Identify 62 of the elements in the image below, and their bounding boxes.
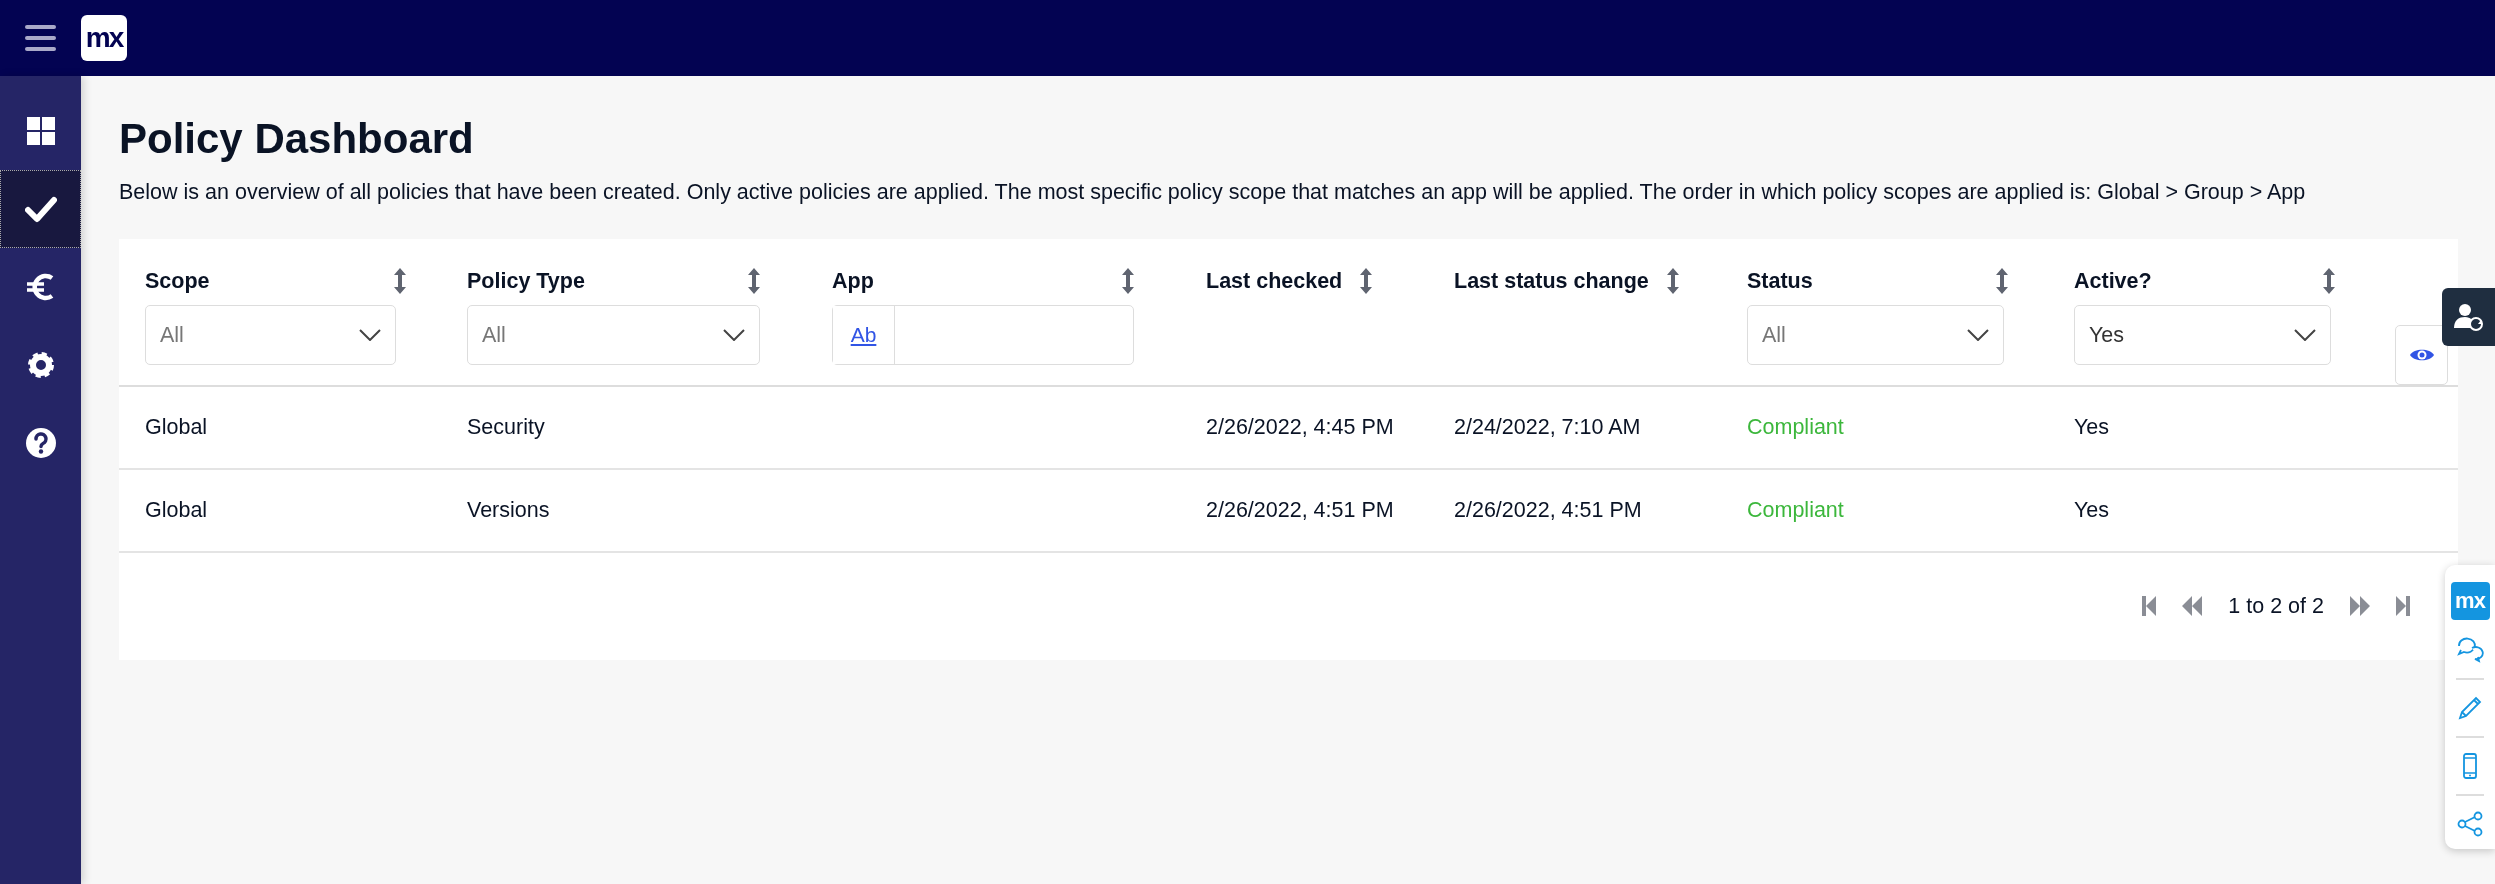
- column-header: Status: [1747, 267, 1813, 295]
- column-header: App: [832, 267, 874, 295]
- next-page-button[interactable]: [2350, 596, 2370, 617]
- table-cell: Global: [145, 498, 208, 522]
- sort-icon[interactable]: [2323, 267, 2335, 294]
- sort-icon[interactable]: [1666, 267, 1679, 294]
- column-header: Active?: [2074, 267, 2152, 295]
- page-summary: 1 to 2 of 2: [2228, 593, 2324, 620]
- rewind-icon: [2182, 596, 2203, 617]
- search-mode-button[interactable]: Ab: [833, 305, 895, 364]
- table-cell: 2/26/2022, 4:45 PM: [1206, 415, 1394, 439]
- column-header: Scope: [145, 267, 210, 295]
- user-sync-icon: [2453, 302, 2484, 332]
- previous-page-button[interactable]: [2182, 596, 2203, 617]
- sort-icon[interactable]: [748, 267, 760, 294]
- sort-icon[interactable]: [1360, 267, 1373, 294]
- edit-button[interactable]: [2456, 694, 2484, 722]
- mx-logo-button[interactable]: mx: [2450, 582, 2490, 620]
- menu-icon: [25, 24, 56, 52]
- status-label: Compliant: [1747, 415, 1844, 439]
- chevron-down-icon: [723, 328, 745, 341]
- fast-forward-icon: [2350, 596, 2370, 617]
- help-icon: [24, 427, 57, 459]
- view-button[interactable]: [2395, 324, 2448, 385]
- sidebar-item[interactable]: [0, 170, 81, 248]
- grid-icon: [24, 115, 57, 147]
- chevron-down-icon: [1967, 328, 1989, 341]
- filter-dropdown[interactable]: All: [467, 304, 760, 365]
- user-sync-button[interactable]: [2442, 288, 2495, 346]
- column-header: Policy Type: [467, 267, 585, 295]
- column-header: Last checked: [1206, 267, 1343, 295]
- search-field[interactable]: Ab: [832, 304, 1134, 365]
- table-cell: Security: [467, 415, 545, 439]
- first-page-button[interactable]: [2142, 596, 2157, 617]
- table-cell: Versions: [467, 498, 550, 522]
- column-header: Last status change: [1454, 267, 1649, 295]
- chevron-down-icon: [359, 328, 381, 341]
- chat-button[interactable]: [2456, 636, 2484, 664]
- last-page-icon: [2396, 596, 2410, 617]
- sort-icon[interactable]: [1996, 267, 2008, 294]
- sort-icon[interactable]: [1122, 267, 1134, 294]
- first-page-icon: [2142, 596, 2157, 617]
- chat-icon: [2456, 636, 2484, 664]
- share-button[interactable]: [2456, 810, 2484, 838]
- chevron-down-icon: [2294, 328, 2316, 341]
- table-cell: 2/24/2022, 7:10 AM: [1454, 415, 1641, 439]
- table-cell: 2/26/2022, 4:51 PM: [1454, 498, 1642, 522]
- share-icon: [2456, 810, 2484, 838]
- last-page-button[interactable]: [2396, 596, 2410, 617]
- filter-dropdown[interactable]: Yes: [2074, 304, 2331, 365]
- page-description: Below is an overview of all policies that have been created. Only active policies are applied. The most specific policy scope that matches an app will be applied. The order in which policy scopes are applied is: Global > Group > App: [119, 179, 2307, 207]
- filter-dropdown[interactable]: All: [1747, 304, 2004, 365]
- status-label: Compliant: [1747, 498, 1844, 522]
- sort-icon[interactable]: [394, 267, 406, 294]
- table-cell: Yes: [2074, 415, 2110, 439]
- pencil-icon: [2456, 694, 2484, 722]
- table-cell: Yes: [2074, 498, 2110, 522]
- filter-dropdown[interactable]: All: [145, 304, 396, 365]
- app-logo[interactable]: mx: [81, 15, 127, 61]
- page-title: Policy Dashboard: [119, 114, 475, 164]
- table-cell: Global: [145, 415, 208, 439]
- table-cell: 2/26/2022, 4:51 PM: [1206, 498, 1394, 522]
